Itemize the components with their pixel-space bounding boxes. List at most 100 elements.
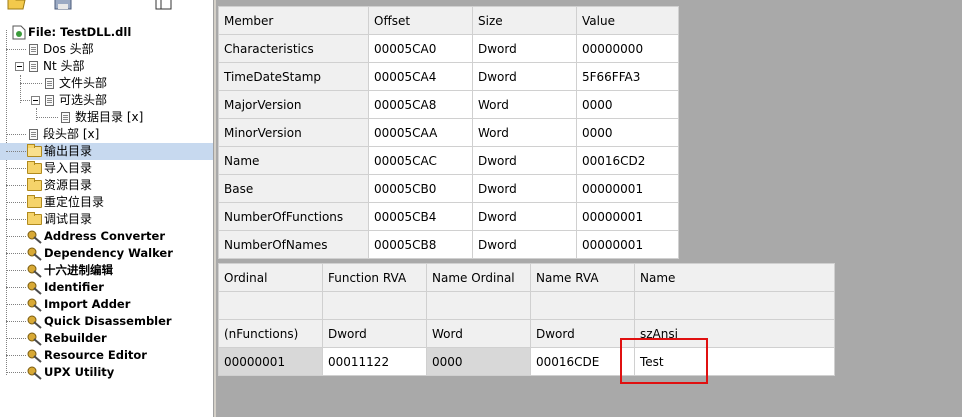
tree-item-label: 重定位目录 <box>44 195 105 209</box>
tree-connector-line <box>6 304 26 305</box>
cell-name-ordinal[interactable]: 0000 <box>426 347 531 376</box>
tree-item-file-header[interactable]: 文件头部 <box>0 75 213 92</box>
tree-item-import-directory[interactable]: 导入目录 <box>0 160 213 177</box>
table-row[interactable]: Characteristics 00005CA0 Dword 00000000 <box>218 34 679 63</box>
open-folder-icon[interactable] <box>6 0 28 10</box>
toolbar <box>0 0 213 20</box>
cell-size: Dword <box>472 34 577 63</box>
cell-value[interactable]: 5F66FFA3 <box>576 62 679 91</box>
cell-value[interactable]: 00016CD2 <box>576 146 679 175</box>
cell-offset: 00005CA8 <box>368 90 473 119</box>
gear-tool-icon <box>27 230 42 244</box>
tree-connector-line <box>36 117 58 118</box>
column-header-member[interactable]: Member <box>218 6 369 35</box>
window-icon[interactable] <box>152 0 174 10</box>
column-header-ordinal[interactable]: Ordinal <box>218 263 323 292</box>
table-row[interactable]: Base 00005CB0 Dword 00000001 <box>218 174 679 203</box>
tree-item-import-adder[interactable]: Import Adder <box>0 296 213 313</box>
cell-value[interactable]: 0000 <box>576 118 679 147</box>
collapse-toggle-icon[interactable] <box>15 62 24 71</box>
tree-item-export-directory[interactable]: 输出目录 <box>0 143 213 160</box>
tree-item-dos-header[interactable]: Dos 头部 <box>0 41 213 58</box>
table-cell <box>322 291 427 320</box>
tree-item-address-converter[interactable]: Address Converter <box>0 228 213 245</box>
table-row[interactable]: MinorVersion 00005CAA Word 0000 <box>218 118 679 147</box>
cell-member: MinorVersion <box>218 118 369 147</box>
cell-member: Base <box>218 174 369 203</box>
tree-item-dependency-walker[interactable]: Dependency Walker <box>0 245 213 262</box>
cell-member: NumberOfNames <box>218 230 369 259</box>
cell-value[interactable]: 00000001 <box>576 202 679 231</box>
folder-icon <box>27 212 42 225</box>
tree-connector-line <box>6 202 26 203</box>
tree-root-file[interactable]: File: TestDLL.dll <box>0 24 213 41</box>
table-row[interactable]: 00000001 00011122 0000 00016CDE Test <box>218 347 835 376</box>
gear-tool-icon <box>27 247 42 261</box>
open-folder-icon <box>27 144 42 157</box>
table-cell: Dword <box>530 319 635 348</box>
tree-item-quick-disassembler[interactable]: Quick Disassembler <box>0 313 213 330</box>
folder-icon <box>27 161 42 174</box>
tree-connector-line <box>6 355 26 356</box>
export-functions-table: Ordinal Function RVA Name Ordinal Name R… <box>218 263 835 376</box>
cell-value[interactable]: 0000 <box>576 90 679 119</box>
tree-item-hex-editor[interactable]: 十六进制编辑 <box>0 262 213 279</box>
tree-item-label: Import Adder <box>44 297 131 311</box>
tree-item-data-directory[interactable]: 数据目录 [x] <box>0 109 213 126</box>
folder-icon <box>27 195 42 208</box>
table-cell <box>218 291 323 320</box>
column-header-function-rva[interactable]: Function RVA <box>322 263 427 292</box>
tree-item-label: Address Converter <box>44 229 165 243</box>
column-header-offset[interactable]: Offset <box>368 6 473 35</box>
tree-item-section-headers[interactable]: 段头部 [x] <box>0 126 213 143</box>
tree-connector-line <box>6 49 26 50</box>
cell-offset: 00005CAC <box>368 146 473 175</box>
cell-offset: 00005CA0 <box>368 34 473 63</box>
tree-item-resource-editor[interactable]: Resource Editor <box>0 347 213 364</box>
tree-panel: File: TestDLL.dll Dos 头部 Nt 头部 文件头部 可选头部… <box>0 0 213 417</box>
tree-item-resource-directory[interactable]: 资源目录 <box>0 177 213 194</box>
annotation-highlight-box <box>620 338 708 384</box>
tree-connector-line <box>6 151 26 152</box>
table-row[interactable]: NumberOfFunctions 00005CB4 Dword 0000000… <box>218 202 679 231</box>
cell-member: MajorVersion <box>218 90 369 119</box>
cell-value[interactable]: 00000000 <box>576 34 679 63</box>
cell-function-rva[interactable]: 00011122 <box>322 347 427 376</box>
column-header-value[interactable]: Value <box>576 6 679 35</box>
document-icon <box>29 44 38 55</box>
cell-name-rva[interactable]: 00016CDE <box>530 347 635 376</box>
tree-item-label: 资源目录 <box>44 178 93 192</box>
document-icon <box>61 112 70 123</box>
tree-item-relocation-directory[interactable]: 重定位目录 <box>0 194 213 211</box>
cell-value[interactable]: 00000001 <box>576 230 679 259</box>
tree-item-label: Dos 头部 <box>43 42 94 56</box>
tree-item-label: UPX Utility <box>44 365 115 379</box>
tree-connector-line <box>6 321 26 322</box>
table-row[interactable]: MajorVersion 00005CA8 Word 0000 <box>218 90 679 119</box>
tree-item-debug-directory[interactable]: 调试目录 <box>0 211 213 228</box>
gear-tool-icon <box>27 281 42 295</box>
tree-item-identifier[interactable]: Identifier <box>0 279 213 296</box>
tree-connector-line <box>6 253 26 254</box>
column-header-name[interactable]: Name <box>634 263 835 292</box>
table-row[interactable]: TimeDateStamp 00005CA4 Dword 5F66FFA3 <box>218 62 679 91</box>
table-row[interactable]: Name 00005CAC Dword 00016CD2 <box>218 146 679 175</box>
collapse-toggle-icon[interactable] <box>31 96 40 105</box>
save-disk-icon[interactable] <box>52 0 74 10</box>
tree-item-nt-header[interactable]: Nt 头部 <box>0 58 213 75</box>
document-icon <box>45 95 54 106</box>
cell-ordinal[interactable]: 00000001 <box>218 347 323 376</box>
tree-item-upx-utility[interactable]: UPX Utility <box>0 364 213 381</box>
column-header-size[interactable]: Size <box>472 6 577 35</box>
tree-item-optional-header[interactable]: 可选头部 <box>0 92 213 109</box>
tree-item-label: Dependency Walker <box>44 246 173 260</box>
cell-size: Word <box>472 118 577 147</box>
column-header-name-rva[interactable]: Name RVA <box>530 263 635 292</box>
cell-value[interactable]: 00000001 <box>576 174 679 203</box>
cell-member: NumberOfFunctions <box>218 202 369 231</box>
gear-tool-icon <box>27 298 42 312</box>
tree-item-rebuilder[interactable]: Rebuilder <box>0 330 213 347</box>
table-row[interactable]: NumberOfNames 00005CB8 Dword 00000001 <box>218 230 679 259</box>
column-header-name-ordinal[interactable]: Name Ordinal <box>426 263 531 292</box>
table-cell: (nFunctions) <box>218 319 323 348</box>
